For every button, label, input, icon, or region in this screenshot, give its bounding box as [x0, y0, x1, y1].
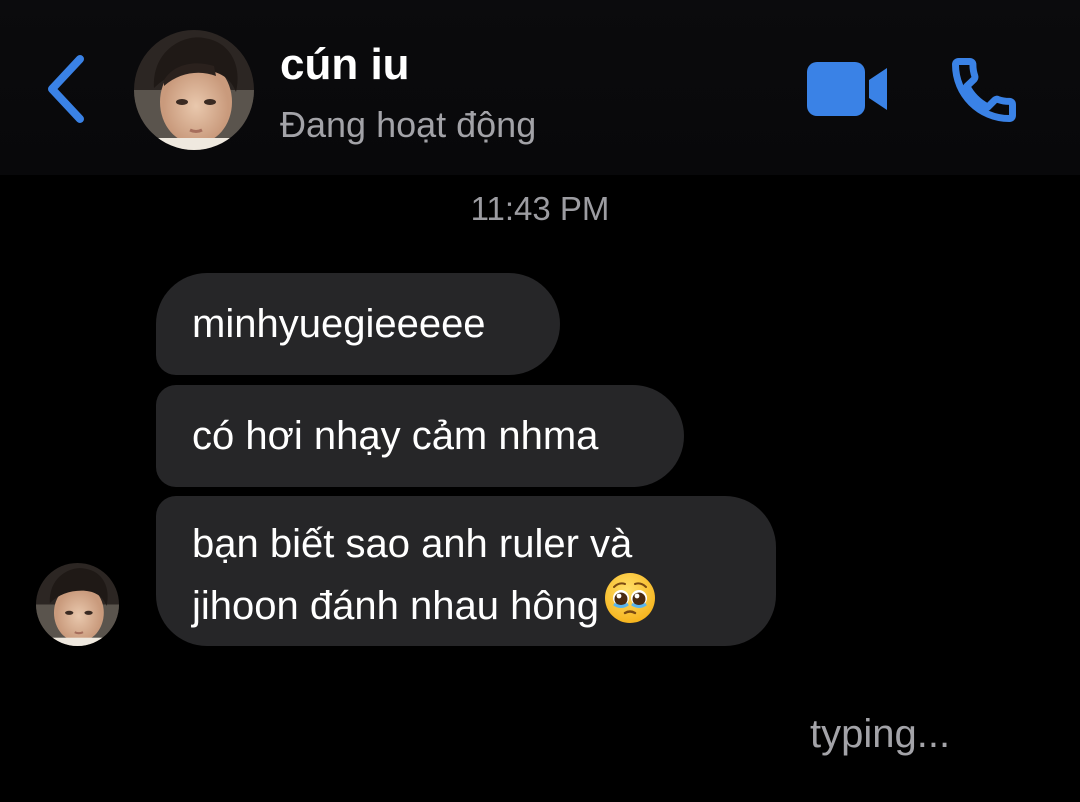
- contact-name[interactable]: cún iu: [280, 40, 410, 90]
- message-bubble[interactable]: bạn biết sao anh ruler và jihoon đánh nh…: [156, 496, 776, 646]
- message-text: có hơi nhạy cảm nhma: [192, 414, 599, 458]
- back-button[interactable]: [38, 52, 94, 126]
- sender-avatar[interactable]: [36, 563, 119, 646]
- avatar-photo: [134, 30, 254, 150]
- chevron-left-icon: [48, 55, 84, 123]
- message-timestamp: 11:43 PM: [470, 190, 610, 227]
- message-bubble[interactable]: có hơi nhạy cảm nhma: [156, 385, 684, 487]
- pleading-face-emoji-icon: [605, 573, 656, 623]
- message-text: bạn biết sao anh ruler và: [192, 522, 633, 566]
- chat-screen: cún iu Đang hoạt động 11:43 PM minhyuegi…: [0, 0, 1080, 802]
- video-camera-icon: [807, 62, 887, 116]
- contact-avatar[interactable]: [134, 30, 254, 150]
- message-text: jihoon đánh nhau hông: [192, 584, 600, 628]
- message-text-line-2: jihoon đánh nhau hông: [192, 571, 740, 633]
- contact-status: Đang hoạt động: [280, 104, 537, 145]
- avatar-photo: [36, 563, 119, 646]
- message-text: minhyuegieeeee: [192, 302, 486, 346]
- typing-indicator: typing...: [810, 712, 951, 756]
- chat-header: cún iu Đang hoạt động: [0, 0, 1080, 175]
- message-bubble[interactable]: minhyuegieeeee: [156, 273, 560, 375]
- video-call-button[interactable]: [803, 58, 895, 120]
- phone-icon: [952, 58, 1016, 122]
- voice-call-button[interactable]: [945, 52, 1023, 128]
